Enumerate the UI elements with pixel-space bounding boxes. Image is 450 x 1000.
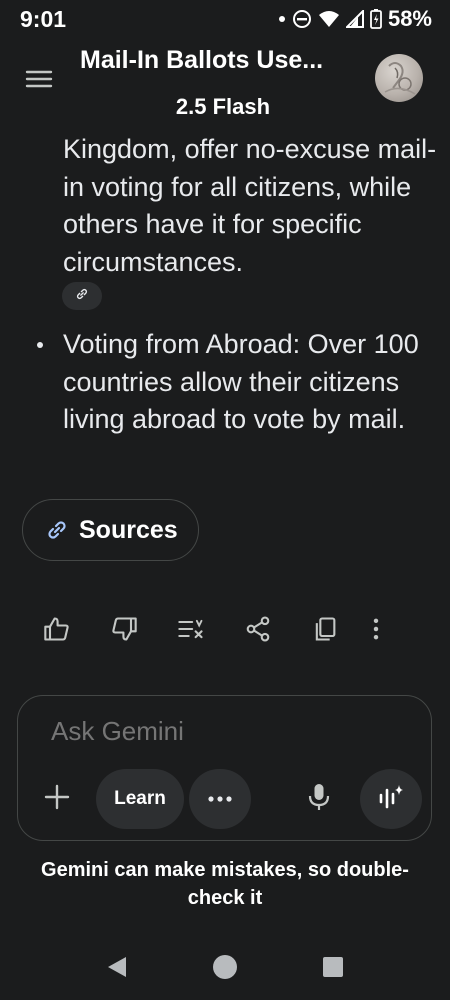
do-not-disturb-icon bbox=[292, 9, 312, 29]
sources-button[interactable]: Sources bbox=[22, 499, 199, 561]
microphone-button[interactable] bbox=[302, 782, 336, 816]
share-button[interactable] bbox=[241, 614, 275, 648]
back-button[interactable] bbox=[102, 954, 132, 984]
more-horiz-icon bbox=[207, 790, 233, 808]
cellular-signal-icon bbox=[345, 10, 364, 28]
response-actions bbox=[0, 614, 450, 648]
citation-chip[interactable] bbox=[62, 282, 102, 310]
battery-percent: 58% bbox=[387, 6, 432, 31]
copy-button[interactable] bbox=[308, 614, 342, 648]
more-vert-icon bbox=[362, 615, 390, 648]
response-content: Kingdom, offer no-excuse mail-in voting … bbox=[0, 136, 450, 636]
menu-button[interactable] bbox=[24, 64, 54, 94]
response-paragraph: Kingdom, offer no-excuse mail-in voting … bbox=[63, 136, 437, 277]
link-icon bbox=[45, 518, 69, 542]
more-tools-button[interactable] bbox=[189, 769, 251, 829]
copy-icon bbox=[311, 615, 339, 648]
status-bar: 9:01 58% bbox=[0, 0, 450, 42]
thumbs-up-icon bbox=[43, 615, 71, 648]
prompt-input[interactable] bbox=[51, 716, 391, 747]
more-options-button[interactable] bbox=[359, 614, 393, 648]
modify-response-icon bbox=[177, 615, 205, 648]
gemini-live-button[interactable] bbox=[360, 769, 422, 829]
notification-dot-icon bbox=[278, 15, 286, 23]
model-selector[interactable]: 2.5 Flash bbox=[0, 94, 446, 120]
learn-button[interactable]: Learn bbox=[96, 769, 184, 829]
plus-icon bbox=[43, 783, 71, 816]
microphone-icon bbox=[306, 782, 332, 817]
sources-label: Sources bbox=[79, 515, 178, 544]
status-icons: 58% bbox=[278, 6, 432, 32]
battery-icon bbox=[370, 9, 382, 29]
recents-button[interactable] bbox=[318, 954, 348, 984]
system-nav-bar bbox=[0, 940, 450, 1000]
link-icon bbox=[75, 287, 89, 306]
home-button[interactable] bbox=[210, 954, 240, 984]
recents-icon bbox=[322, 956, 344, 983]
top-app-bar: Mail-In Ballots Use... 2.5 Flash bbox=[0, 42, 450, 136]
thumbs-down-button[interactable] bbox=[107, 614, 141, 648]
prompt-composer: Learn bbox=[17, 695, 432, 841]
thumbs-down-icon bbox=[110, 615, 138, 648]
wifi-icon bbox=[318, 10, 340, 28]
thumbs-up-button[interactable] bbox=[40, 614, 74, 648]
status-time: 9:01 bbox=[20, 6, 67, 32]
home-icon bbox=[212, 954, 238, 985]
modify-response-button[interactable] bbox=[174, 614, 208, 648]
add-attachment-button[interactable] bbox=[40, 782, 74, 816]
bullet-point bbox=[37, 342, 43, 348]
disclaimer-text: Gemini can make mistakes, so double-chec… bbox=[41, 859, 409, 909]
gemini-live-icon bbox=[377, 783, 405, 816]
chat-title[interactable]: Mail-In Ballots Use... bbox=[80, 46, 360, 75]
back-icon bbox=[105, 955, 129, 984]
user-avatar[interactable] bbox=[375, 54, 423, 102]
share-icon bbox=[244, 615, 272, 648]
response-bullet: Voting from Abroad: Over 100 countries a… bbox=[63, 329, 419, 434]
